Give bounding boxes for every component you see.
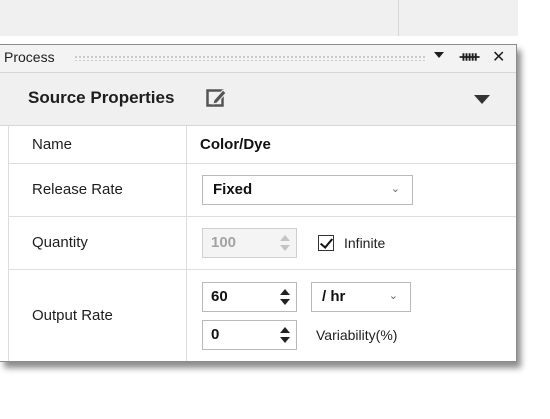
background-strip <box>0 0 518 36</box>
variability-value: 0 <box>211 326 220 343</box>
property-label: Name <box>32 136 73 153</box>
section-header: Source Properties <box>0 73 516 126</box>
output-rate-stepper[interactable]: 60 <box>202 282 297 312</box>
edit-icon[interactable] <box>206 86 228 108</box>
close-icon[interactable]: ✕ <box>492 47 505 67</box>
infinite-checkbox[interactable] <box>318 235 334 251</box>
panel-title: Process <box>4 49 55 65</box>
infinite-label: Infinite <box>344 235 386 251</box>
variability-stepper[interactable]: 0 <box>202 320 297 350</box>
release-rate-select[interactable]: Fixed ⌄ <box>202 175 413 205</box>
section-title: Source Properties <box>28 88 175 107</box>
stepper-arrows-icon[interactable] <box>280 287 290 307</box>
name-value: Color/Dye <box>200 136 271 153</box>
collapse-icon[interactable] <box>474 95 490 104</box>
rate-unit-select[interactable]: / hr ⌄ <box>311 282 411 312</box>
panel-titlebar: Process ᚔ ✕ <box>0 45 516 73</box>
chevron-down-icon: ⌄ <box>390 183 400 195</box>
output-rate-value: 60 <box>211 288 228 305</box>
process-panel: Process ᚔ ✕ Source Properties Name Color… <box>0 44 517 362</box>
background-separator <box>398 0 399 36</box>
stepper-arrows-icon[interactable] <box>280 233 290 253</box>
stepper-arrows-icon[interactable] <box>280 325 290 345</box>
drag-grip[interactable] <box>74 55 426 61</box>
property-label: Quantity <box>32 234 88 251</box>
chevron-down-icon: ⌄ <box>388 290 398 302</box>
checkmark-icon <box>319 235 334 249</box>
property-row-release-rate: Release Rate Fixed ⌄ <box>8 164 516 217</box>
property-row-name: Name Color/Dye <box>8 126 516 164</box>
dropdown-arrow-icon[interactable] <box>434 52 444 58</box>
quantity-value: 100 <box>211 234 237 251</box>
release-rate-value: Fixed <box>213 181 253 198</box>
property-label: Release Rate <box>32 181 123 198</box>
variability-label: Variability(%) <box>316 327 398 343</box>
property-label: Output Rate <box>32 307 113 324</box>
property-row-quantity: Quantity 100 Infinite <box>8 217 516 270</box>
quantity-stepper[interactable]: 100 <box>202 228 297 258</box>
property-row-output-rate: Output Rate 60 / hr ⌄ 0 Variability(%) <box>8 270 516 361</box>
rate-unit-value: / hr <box>322 288 346 305</box>
pin-icon[interactable]: ᚔ <box>460 48 479 65</box>
